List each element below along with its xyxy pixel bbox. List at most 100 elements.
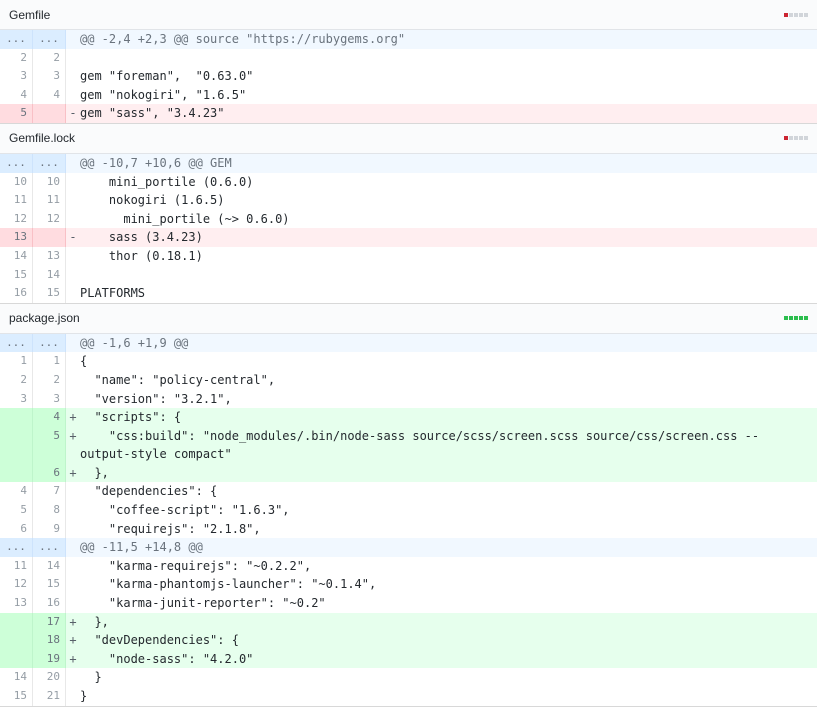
new-line-number[interactable]: 3 [33, 67, 66, 86]
old-line-number[interactable]: 11 [0, 191, 33, 210]
old-line-number[interactable]: 15 [0, 687, 33, 706]
new-line-number[interactable] [33, 104, 66, 123]
old-line-number[interactable] [0, 649, 33, 669]
expand-lines-new[interactable]: ... [33, 538, 66, 557]
new-line-number[interactable]: 14 [33, 556, 66, 576]
new-line-number[interactable]: 15 [33, 575, 66, 595]
old-line-number[interactable]: 4 [0, 85, 33, 105]
context-line-row: 47 "dependencies": { [0, 482, 817, 502]
new-line-number[interactable]: 5 [33, 426, 66, 464]
context-line-row: 13 16 "karma-junit-reporter": "~0.2" [0, 594, 817, 613]
file-name[interactable]: package.json [9, 311, 80, 325]
new-line-number[interactable]: 14 [33, 265, 66, 285]
old-line-number[interactable]: 10 [0, 172, 33, 192]
code-line: "karma-junit-reporter": "~0.2" [80, 596, 326, 611]
context-line-row: 58 "coffee-script": "1.6.3", [0, 501, 817, 520]
old-line-number[interactable]: 12 [0, 575, 33, 595]
code-line: nokogiri (1.6.5) [80, 193, 225, 208]
new-line-number[interactable]: 8 [33, 501, 66, 520]
file-name[interactable]: Gemfile.lock [9, 131, 75, 145]
context-line-row: 11 14 "karma-requirejs": "~0.2.2", [0, 556, 817, 576]
code-line: gem "sass", "3.4.23" [80, 106, 225, 121]
old-line-number[interactable] [0, 426, 33, 464]
new-line-number[interactable]: 17 [33, 612, 66, 632]
old-line-number[interactable]: 13 [0, 228, 33, 247]
file-header[interactable]: Gemfile [0, 0, 817, 30]
old-line-number[interactable]: 14 [0, 246, 33, 266]
new-line-number[interactable]: 6 [33, 463, 66, 483]
old-line-number[interactable] [0, 612, 33, 632]
diff-sign [66, 173, 80, 192]
context-line-row: 4 4 gem "nokogiri", "1.6.5" [0, 85, 817, 105]
old-line-number[interactable]: 14 [0, 668, 33, 687]
old-line-number[interactable]: 11 [0, 556, 33, 576]
new-line-number[interactable]: 19 [33, 649, 66, 669]
new-line-number[interactable]: 12 [33, 209, 66, 229]
old-line-number[interactable]: 4 [0, 482, 33, 502]
new-line-number[interactable]: 9 [33, 519, 66, 539]
diffstat-square [784, 12, 788, 17]
new-line-number[interactable]: 1 [33, 352, 66, 371]
old-line-number[interactable]: 5 [0, 501, 33, 520]
expand-lines-old[interactable]: ... [0, 30, 33, 49]
expand-lines-new[interactable]: ... [33, 30, 66, 49]
new-line-number[interactable]: 4 [33, 408, 66, 427]
new-line-number[interactable]: 11 [33, 191, 66, 210]
old-line-number[interactable]: 12 [0, 209, 33, 229]
code-line: "karma-phantomjs-launcher": "~0.1.4", [80, 577, 377, 592]
new-line-number[interactable]: 2 [33, 48, 66, 68]
new-line-number[interactable]: 16 [33, 594, 66, 613]
context-line-row: 22 "name": "policy-central", [0, 370, 817, 390]
old-line-number[interactable]: 6 [0, 519, 33, 539]
old-line-number[interactable] [0, 631, 33, 650]
file-header[interactable]: package.json [0, 303, 817, 334]
code-line: "scripts": { [80, 410, 182, 425]
expand-lines-old[interactable]: ... [0, 153, 33, 173]
diff-sign [66, 371, 80, 390]
file-header[interactable]: Gemfile.lock [0, 123, 817, 154]
old-line-number[interactable]: 1 [0, 352, 33, 371]
file-diff-package-json: package.json ...... @@ -1,6 +1,9 @@ 1 1 {2 2 … [0, 303, 817, 707]
old-line-number[interactable]: 15 [0, 265, 33, 285]
file-name[interactable]: Gemfile [9, 8, 50, 22]
old-line-number[interactable] [0, 408, 33, 427]
new-line-number[interactable]: 18 [33, 631, 66, 650]
old-line-number[interactable]: 2 [0, 370, 33, 390]
new-line-number[interactable]: 13 [33, 246, 66, 266]
old-line-number[interactable]: 3 [0, 389, 33, 409]
expand-lines-old[interactable]: ... [0, 538, 33, 557]
context-line-row: 22 [0, 48, 817, 68]
diff-sign [66, 687, 80, 706]
new-line-number[interactable]: 2 [33, 370, 66, 390]
old-line-number[interactable]: 16 [0, 284, 33, 303]
new-line-number[interactable]: 21 [33, 687, 66, 706]
old-line-number[interactable]: 2 [0, 48, 33, 68]
added-line-row: 4 + "scripts": { [0, 408, 817, 427]
code-line: PLATFORMS [80, 286, 146, 301]
expand-lines-new[interactable]: ... [33, 333, 66, 353]
new-line-number[interactable]: 15 [33, 284, 66, 303]
file-diff-gemfile: Gemfile ...... @@ -2,4 +2,3 @@ source "ht… [0, 0, 817, 124]
new-line-number[interactable] [33, 228, 66, 247]
context-line-row: 3 3 gem "foreman", "0.63.0" [0, 67, 817, 86]
old-line-number[interactable]: 5 [0, 104, 33, 123]
old-line-number[interactable] [0, 463, 33, 483]
diff-sign [66, 247, 80, 266]
hunk-header-row: ...... @@ -10,7 +10,6 @@ GEM [0, 153, 817, 173]
new-line-number[interactable]: 10 [33, 172, 66, 192]
old-line-number[interactable]: 13 [0, 594, 33, 613]
new-line-number[interactable]: 7 [33, 482, 66, 502]
code-line: gem "nokogiri", "1.6.5" [80, 87, 247, 102]
new-line-number[interactable]: 20 [33, 668, 66, 687]
diff-sign [66, 210, 80, 229]
diff-sign: + [69, 651, 77, 666]
diff-sign [66, 520, 80, 539]
new-line-number[interactable]: 3 [33, 389, 66, 409]
diff-sign: + [69, 465, 77, 480]
old-line-number[interactable]: 3 [0, 67, 33, 86]
hunk-header-row: ...... @@ -11,5 +14,8 @@ [0, 538, 817, 557]
expand-lines-new[interactable]: ... [33, 153, 66, 173]
new-line-number[interactable]: 4 [33, 85, 66, 105]
expand-lines-old[interactable]: ... [0, 333, 33, 353]
diff-view: Gemfile ...... @@ -2,4 +2,3 @@ source "ht… [0, 0, 817, 707]
